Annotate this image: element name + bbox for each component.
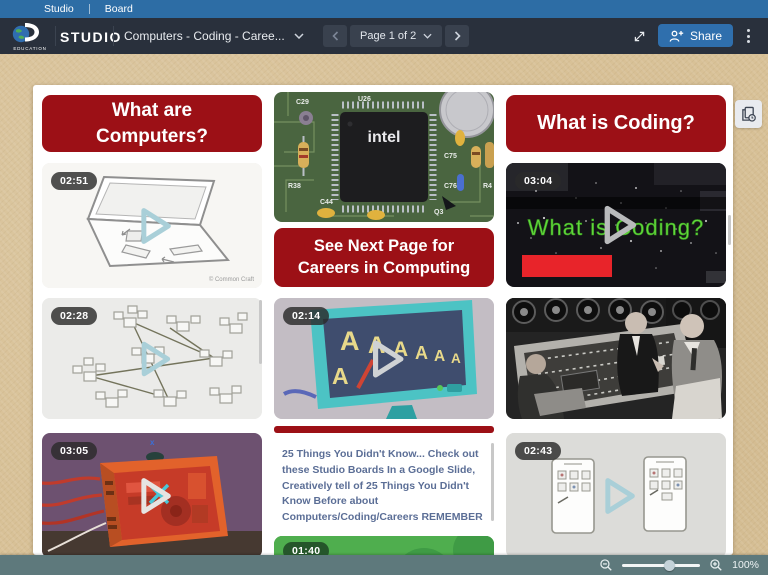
appbar-divider: [55, 26, 56, 46]
app-window: Studio Board EDUCATION STUDIO Computers …: [0, 0, 768, 575]
duration-badge: 02:28: [51, 307, 98, 325]
pcb-label: R38: [288, 183, 301, 190]
video-tile-what-are-computers[interactable]: 02:51 © Common Craft: [42, 163, 262, 288]
video-tile-typing[interactable]: A A A A A A A 02:14: [274, 298, 494, 419]
share-button[interactable]: Share: [658, 24, 734, 47]
expand-button[interactable]: [628, 26, 650, 46]
chevron-left-icon: [331, 31, 338, 41]
video-tile-green[interactable]: 01:40: [274, 536, 494, 555]
board-title-dropdown[interactable]: Computers - Coding - Caree...: [124, 18, 304, 54]
app-bar: EDUCATION STUDIO Computers - Coding - Ca…: [0, 18, 768, 54]
intel-logo-text: intel: [368, 129, 401, 146]
discovery-education-logo[interactable]: EDUCATION: [9, 21, 51, 51]
prev-page-button[interactable]: [323, 25, 347, 47]
page-navigation: Page 1 of 2: [323, 25, 470, 47]
banner-tile-what-are-computers[interactable]: What are Computers?: [42, 95, 262, 152]
column-scrollbar[interactable]: [491, 443, 494, 521]
duration-badge: 03:04: [515, 172, 562, 190]
person-plus-icon: [669, 30, 684, 42]
pcb-label: C44: [320, 199, 333, 206]
kebab-dot: [746, 34, 750, 38]
nav-divider: [88, 4, 90, 14]
board-preview-button[interactable]: [735, 100, 762, 128]
duration-badge: 03:05: [51, 442, 98, 460]
canvas-area: What are Computers? 02:51 © Common Craft…: [0, 54, 768, 555]
top-nav: Studio Board: [0, 0, 768, 18]
play-icon: [604, 205, 637, 245]
video-tile-what-is-coding[interactable]: What is Coding? 03:04: [506, 163, 726, 287]
red-divider-tile-edge: [274, 426, 494, 433]
zoom-in-button[interactable]: [709, 558, 723, 572]
status-bar: 100%: [0, 555, 768, 575]
zoom-slider[interactable]: [622, 559, 701, 571]
zoom-slider-thumb[interactable]: [664, 560, 676, 571]
next-page-button[interactable]: [445, 25, 470, 47]
duration-badge: 02:14: [283, 307, 330, 325]
nav-studio-link[interactable]: Studio: [44, 3, 74, 15]
kebab-dot: [746, 29, 750, 32]
image-tile-intel-chip[interactable]: intel C29 U26 R38 C44 C75 C76 R4 Q3: [274, 92, 494, 222]
zoom-slider-track: [622, 564, 701, 567]
pcb-label: C75: [444, 153, 457, 160]
zoom-level-label: 100%: [732, 559, 759, 571]
pcb-label: U26: [358, 96, 371, 103]
chevron-down-icon: [423, 33, 432, 39]
magnifier-minus-icon: [600, 559, 612, 571]
note-text: 25 Things You Didn't Know... Check out t…: [282, 448, 483, 522]
magnifier-plus-icon: [710, 559, 722, 571]
column-scrollbar[interactable]: [728, 215, 731, 245]
page-indicator-dropdown[interactable]: Page 1 of 2: [350, 25, 443, 47]
chevron-right-icon: [454, 31, 461, 41]
play-icon: [141, 477, 171, 514]
nav-board-link[interactable]: Board: [105, 3, 133, 15]
video-credit: © Common Craft: [208, 277, 254, 283]
chevron-down-icon: [294, 33, 304, 39]
banner-text: What is Coding?: [537, 112, 695, 135]
play-icon: [141, 341, 171, 376]
pcb-label: R4: [483, 183, 492, 190]
board-canvas: What are Computers? 02:51 © Common Craft…: [33, 85, 733, 555]
share-label: Share: [690, 28, 723, 43]
banner-text: See Next Page for Careers in Computing: [297, 236, 471, 277]
banner-tile-see-next-page[interactable]: See Next Page for Careers in Computing: [274, 228, 494, 287]
circuit-board-illustration: intel C29 U26 R38 C44 C75 C76 R4 Q3: [274, 92, 494, 222]
pcb-label: C29: [296, 99, 309, 106]
duration-badge: 02:51: [51, 172, 98, 190]
globe-d-logo-icon: [12, 23, 39, 43]
page-indicator-label: Page 1 of 2: [360, 30, 417, 42]
play-icon: [605, 477, 635, 514]
play-icon: [372, 339, 404, 378]
vintage-computer-photo-illustration: [506, 298, 726, 419]
image-tile-mainframe-photo[interactable]: [506, 298, 726, 419]
play-icon: [141, 207, 171, 244]
banner-text: What are Computers?: [96, 100, 208, 147]
banner-tile-what-is-coding[interactable]: What is Coding?: [506, 95, 726, 152]
duration-badge: 01:40: [283, 542, 330, 555]
column-scrollbar[interactable]: [259, 300, 262, 364]
appbar-divider: [113, 26, 114, 46]
video-tile-inside-computer[interactable]: x 03:05: [42, 433, 262, 555]
copy-page-icon: [742, 106, 756, 122]
pcb-label: C76: [444, 183, 457, 190]
board-title: Computers - Coding - Caree...: [124, 29, 285, 43]
overflow-menu-button[interactable]: [738, 26, 758, 46]
video-tile-smartphones[interactable]: 02:43: [506, 433, 726, 555]
pcb-label: Q3: [434, 209, 443, 216]
text-tile-25-things[interactable]: 25 Things You Didn't Know... Check out t…: [274, 440, 494, 522]
logo-caption: EDUCATION: [13, 46, 47, 51]
zoom-out-button[interactable]: [599, 558, 613, 572]
duration-badge: 02:43: [515, 442, 562, 460]
diagonal-resize-icon: [634, 31, 644, 41]
kebab-dot: [746, 40, 750, 43]
video-tile-networks[interactable]: 02:28: [42, 298, 262, 419]
